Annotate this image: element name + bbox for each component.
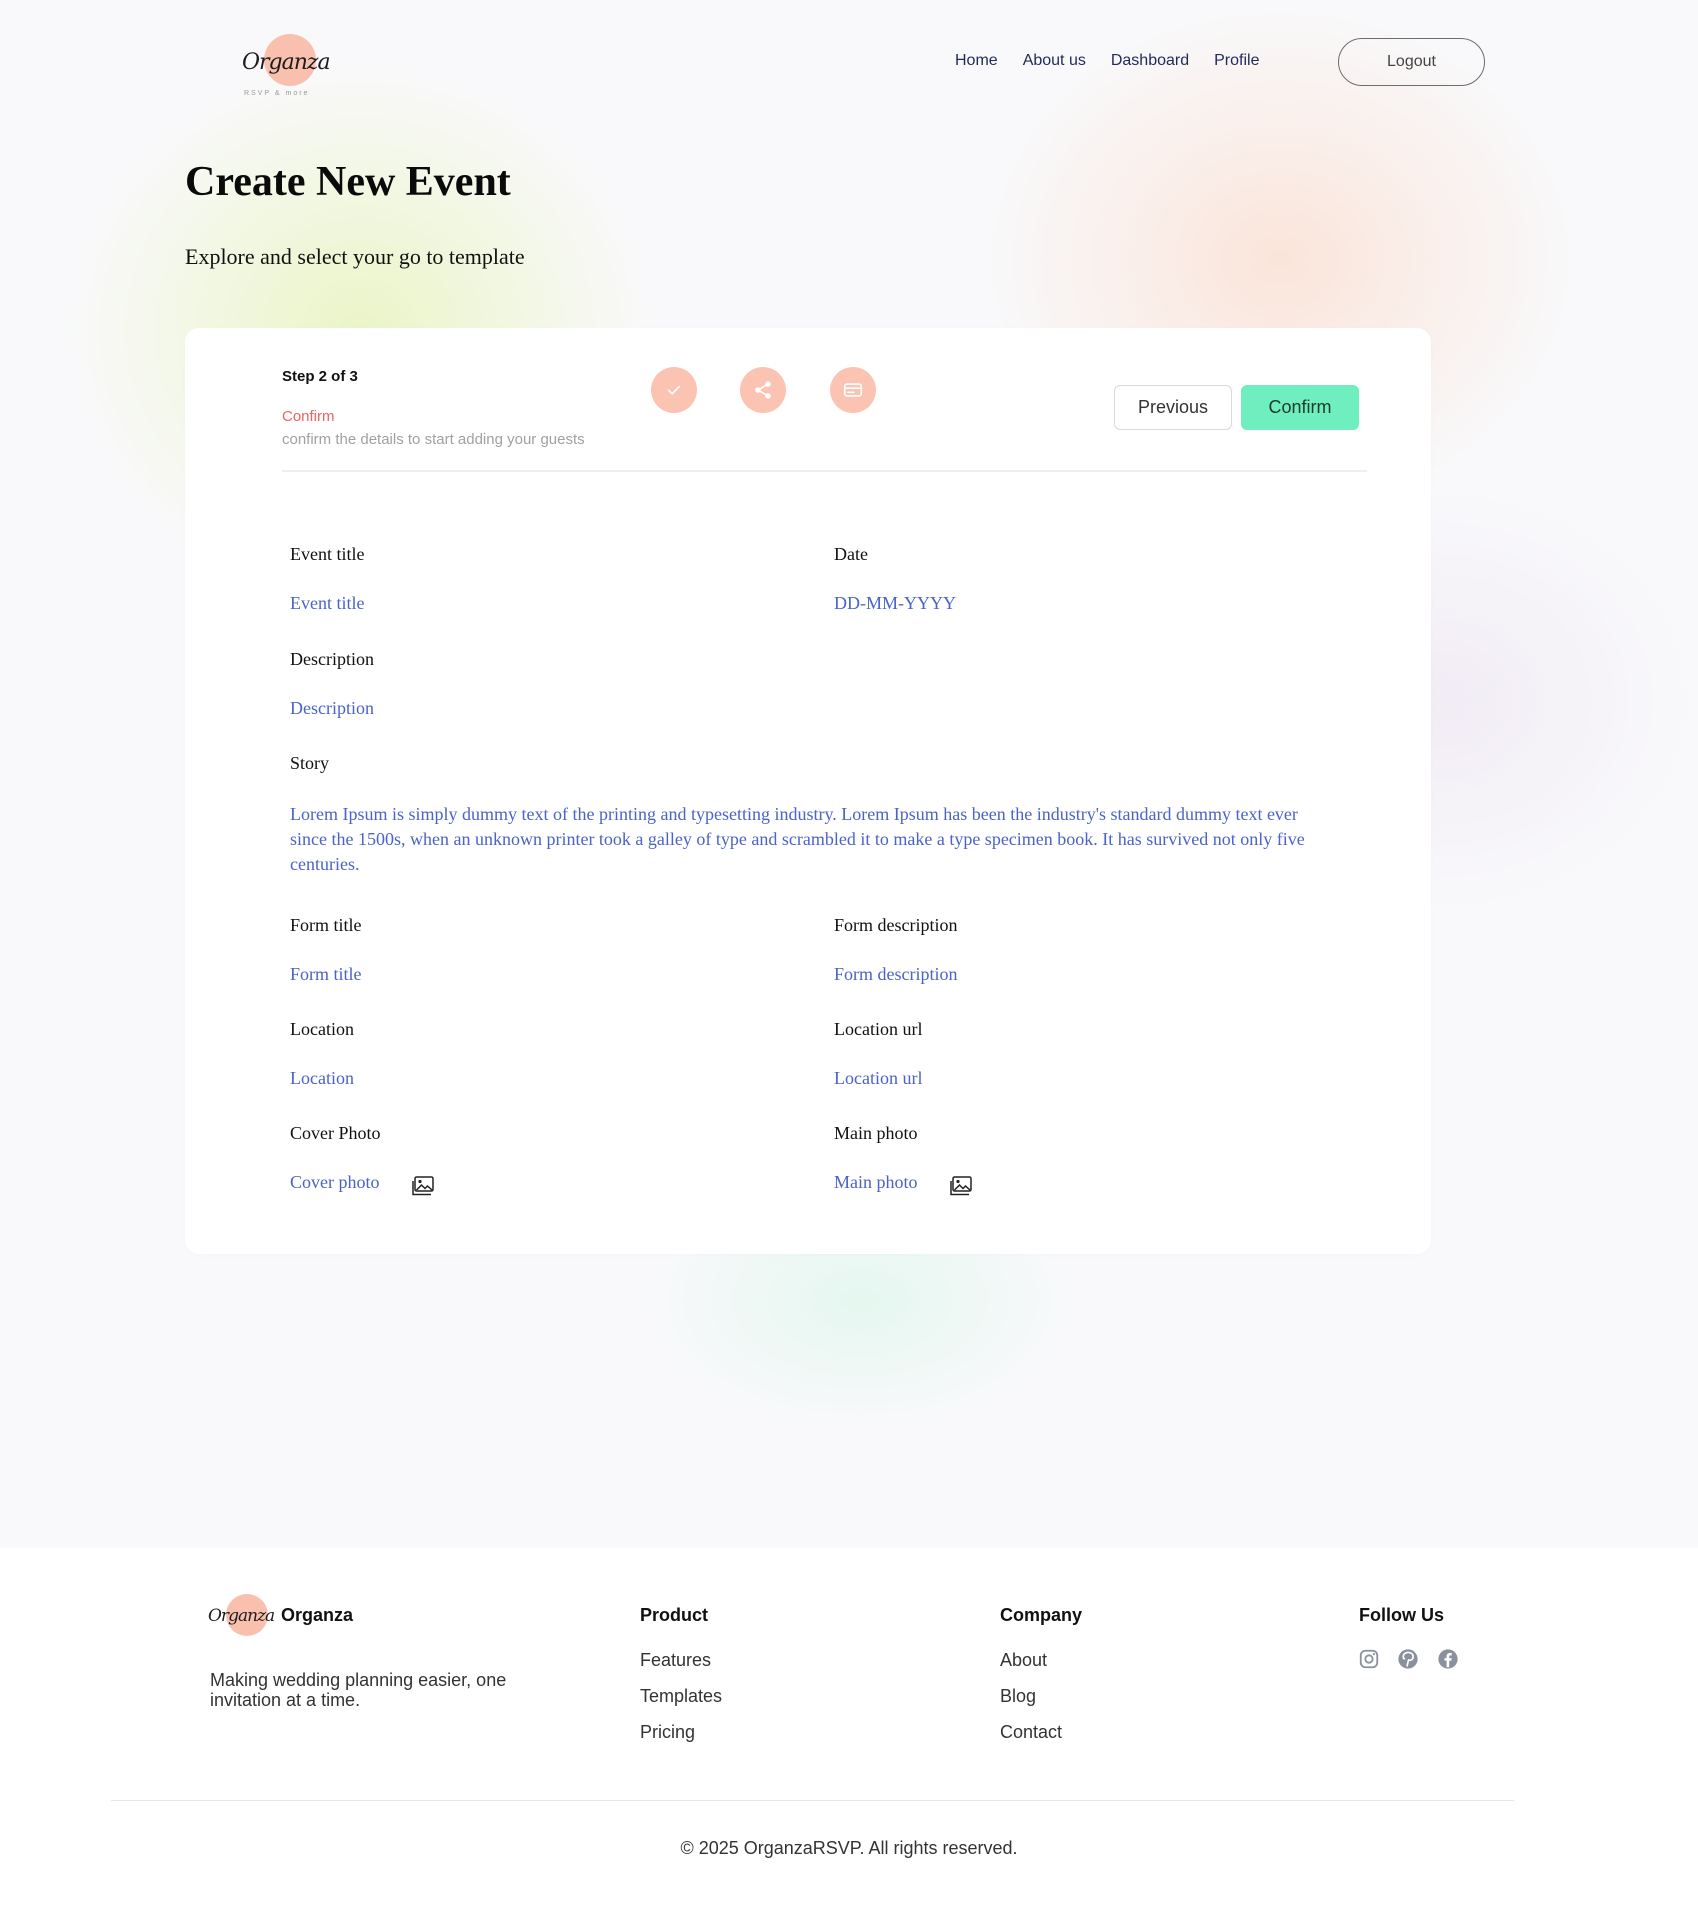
location-url-field[interactable]: Location url: [834, 1068, 922, 1089]
brand-logo[interactable]: Organza RSVP & more: [238, 30, 331, 105]
form-title-label: Form title: [290, 915, 362, 935]
footer-link-blog[interactable]: Blog: [1000, 1686, 1036, 1707]
step-description: confirm the details to start adding your…: [282, 431, 585, 448]
date-label: Date: [834, 544, 868, 564]
nav-profile[interactable]: Profile: [1214, 52, 1259, 70]
story-field[interactable]: Lorem Ipsum is simply dummy text of the …: [290, 802, 1335, 877]
image-upload-icon[interactable]: [411, 1175, 435, 1197]
image-upload-icon[interactable]: [949, 1175, 973, 1197]
nav-dashboard[interactable]: Dashboard: [1111, 52, 1189, 70]
pinterest-icon[interactable]: [1397, 1648, 1419, 1670]
location-field[interactable]: Location: [290, 1068, 354, 1089]
main-nav: Home About us Dashboard Profile: [955, 52, 1259, 70]
step-name: Confirm: [282, 408, 335, 425]
page: Organza RSVP & more Home About us Dashbo…: [0, 0, 1698, 1920]
nav-home[interactable]: Home: [955, 52, 998, 70]
logo-text: Organza: [242, 50, 331, 75]
event-title-field[interactable]: Event title: [290, 593, 364, 614]
footer-link-contact[interactable]: Contact: [1000, 1722, 1062, 1743]
share-icon: [755, 381, 771, 399]
form-description-label: Form description: [834, 915, 958, 935]
date-field[interactable]: DD-MM-YYYY: [834, 593, 956, 614]
footer-product-heading: Product: [640, 1605, 709, 1625]
footer-tagline: Making wedding planning easier, one invi…: [210, 1670, 507, 1710]
location-url-label: Location url: [834, 1019, 923, 1039]
copyright-text: © 2025 OrganzaRSVP. All rights reserved.: [680, 1838, 1018, 1858]
step-card-circle[interactable]: [830, 367, 876, 413]
confirm-button[interactable]: Confirm: [1241, 385, 1359, 430]
logo-text: Organza: [208, 1606, 275, 1626]
form-description-field[interactable]: Form description: [834, 964, 958, 985]
form-title-field[interactable]: Form title: [290, 964, 362, 985]
site-footer: Organza Organza Making wedding planning …: [0, 1548, 1698, 1920]
footer-follow-heading: Follow Us: [1359, 1605, 1444, 1625]
cover-photo-field[interactable]: Cover photo: [290, 1172, 380, 1193]
story-label: Story: [290, 753, 330, 773]
previous-button[interactable]: Previous: [1114, 385, 1232, 430]
step-check-circle[interactable]: [651, 367, 697, 413]
footer-company-heading: Company: [1000, 1605, 1083, 1625]
cover-photo-label: Cover Photo: [290, 1123, 381, 1143]
nav-about-us[interactable]: About us: [1023, 52, 1086, 70]
description-field[interactable]: Description: [290, 698, 374, 719]
event-form-card: Step 2 of 3 Confirm confirm the details …: [185, 328, 1431, 1254]
main-photo-label: Main photo: [834, 1123, 918, 1143]
logo-tagline: RSVP & more: [244, 90, 310, 97]
location-label: Location: [290, 1019, 354, 1039]
step-share-circle[interactable]: [740, 367, 786, 413]
event-title-label: Event title: [290, 544, 365, 564]
footer-divider: [111, 1800, 1514, 1801]
footer-link-about[interactable]: About: [1000, 1650, 1047, 1671]
footer-logo[interactable]: Organza: [206, 1590, 275, 1646]
logout-button[interactable]: Logout: [1338, 38, 1485, 86]
header-divider: [282, 470, 1367, 472]
footer-link-features[interactable]: Features: [640, 1650, 711, 1671]
page-subtitle: Explore and select your go to template: [185, 244, 525, 269]
footer-link-pricing[interactable]: Pricing: [640, 1722, 695, 1743]
description-label: Description: [290, 649, 374, 669]
facebook-icon[interactable]: [1437, 1648, 1459, 1670]
footer-brand-name: Organza: [281, 1605, 354, 1625]
instagram-icon[interactable]: [1358, 1648, 1380, 1670]
check-icon: [667, 385, 681, 395]
main-photo-field[interactable]: Main photo: [834, 1172, 918, 1193]
footer-link-templates[interactable]: Templates: [640, 1686, 722, 1707]
card-icon: [843, 383, 863, 397]
step-indicator: Step 2 of 3: [282, 368, 358, 385]
page-title: Create New Event: [185, 159, 511, 205]
